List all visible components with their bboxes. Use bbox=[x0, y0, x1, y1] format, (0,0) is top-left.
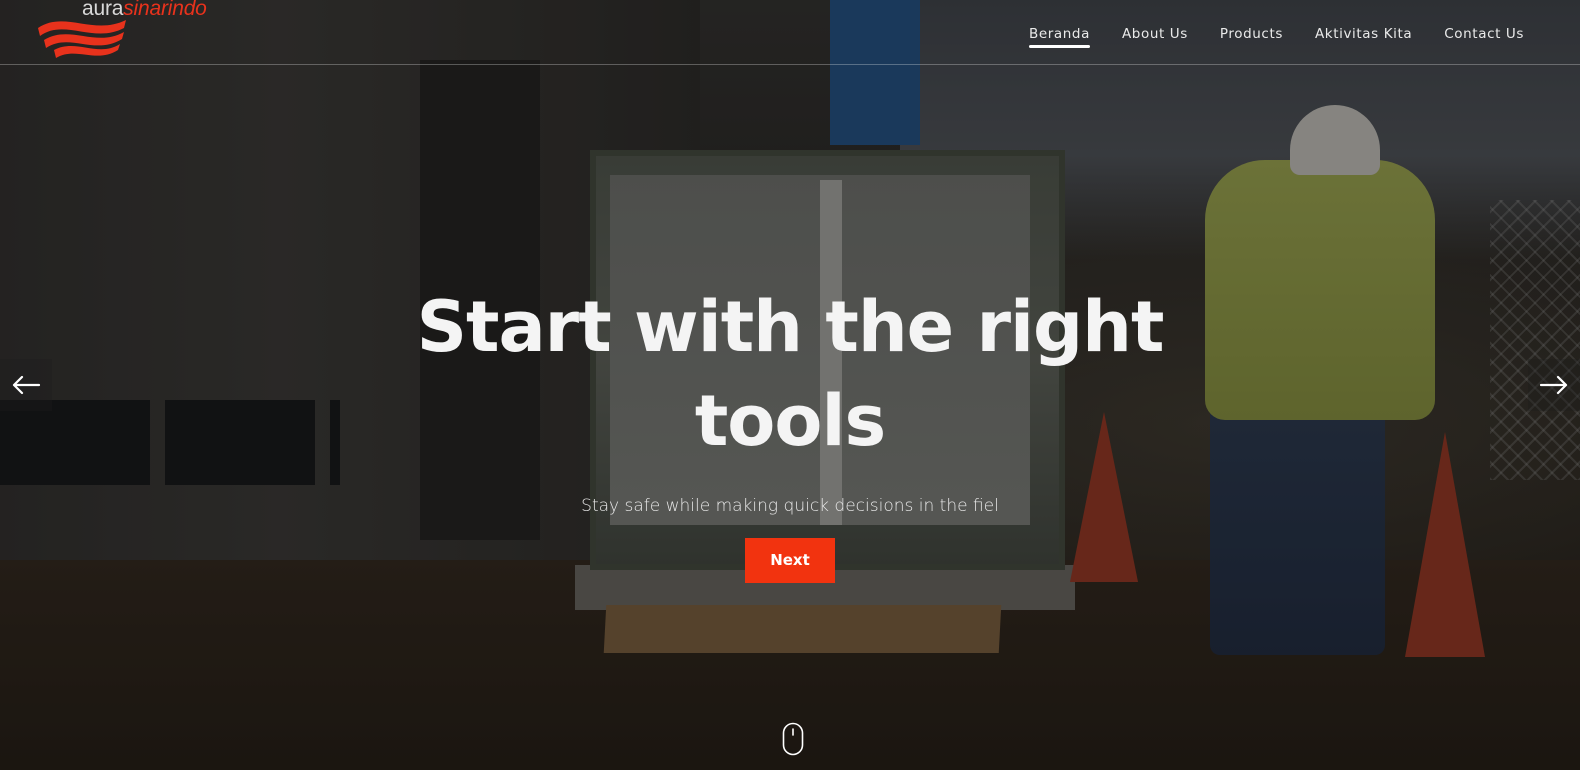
nav-item-beranda[interactable]: Beranda bbox=[1028, 26, 1090, 48]
nav-item-contact-us[interactable]: Contact Us bbox=[1444, 26, 1524, 42]
nav-item-products[interactable]: Products bbox=[1220, 26, 1283, 42]
hero-section: Start with the right tools Stay safe whi… bbox=[0, 280, 1580, 583]
nav-item-about-us[interactable]: About Us bbox=[1122, 26, 1188, 42]
logo-wordmark-part2: sinarindo bbox=[123, 0, 207, 20]
scroll-down-button[interactable] bbox=[782, 722, 804, 756]
logo-wordmark-part1: aura bbox=[82, 0, 124, 20]
logo-wordmark: aurasinarindo bbox=[82, 0, 207, 21]
main-navigation: Beranda About Us Products Aktivitas Kita… bbox=[997, 26, 1524, 48]
hero-subtitle: Stay safe while making quick decisions i… bbox=[581, 496, 999, 516]
nav-item-aktivitas-kita[interactable]: Aktivitas Kita bbox=[1315, 26, 1412, 42]
hero-title: Start with the right tools bbox=[416, 286, 1165, 462]
next-button[interactable]: Next bbox=[745, 538, 835, 583]
site-header: aurasinarindo Beranda About Us Products … bbox=[0, 0, 1580, 65]
brand-logo[interactable]: aurasinarindo bbox=[34, 0, 234, 62]
mouse-scroll-icon bbox=[782, 722, 804, 756]
